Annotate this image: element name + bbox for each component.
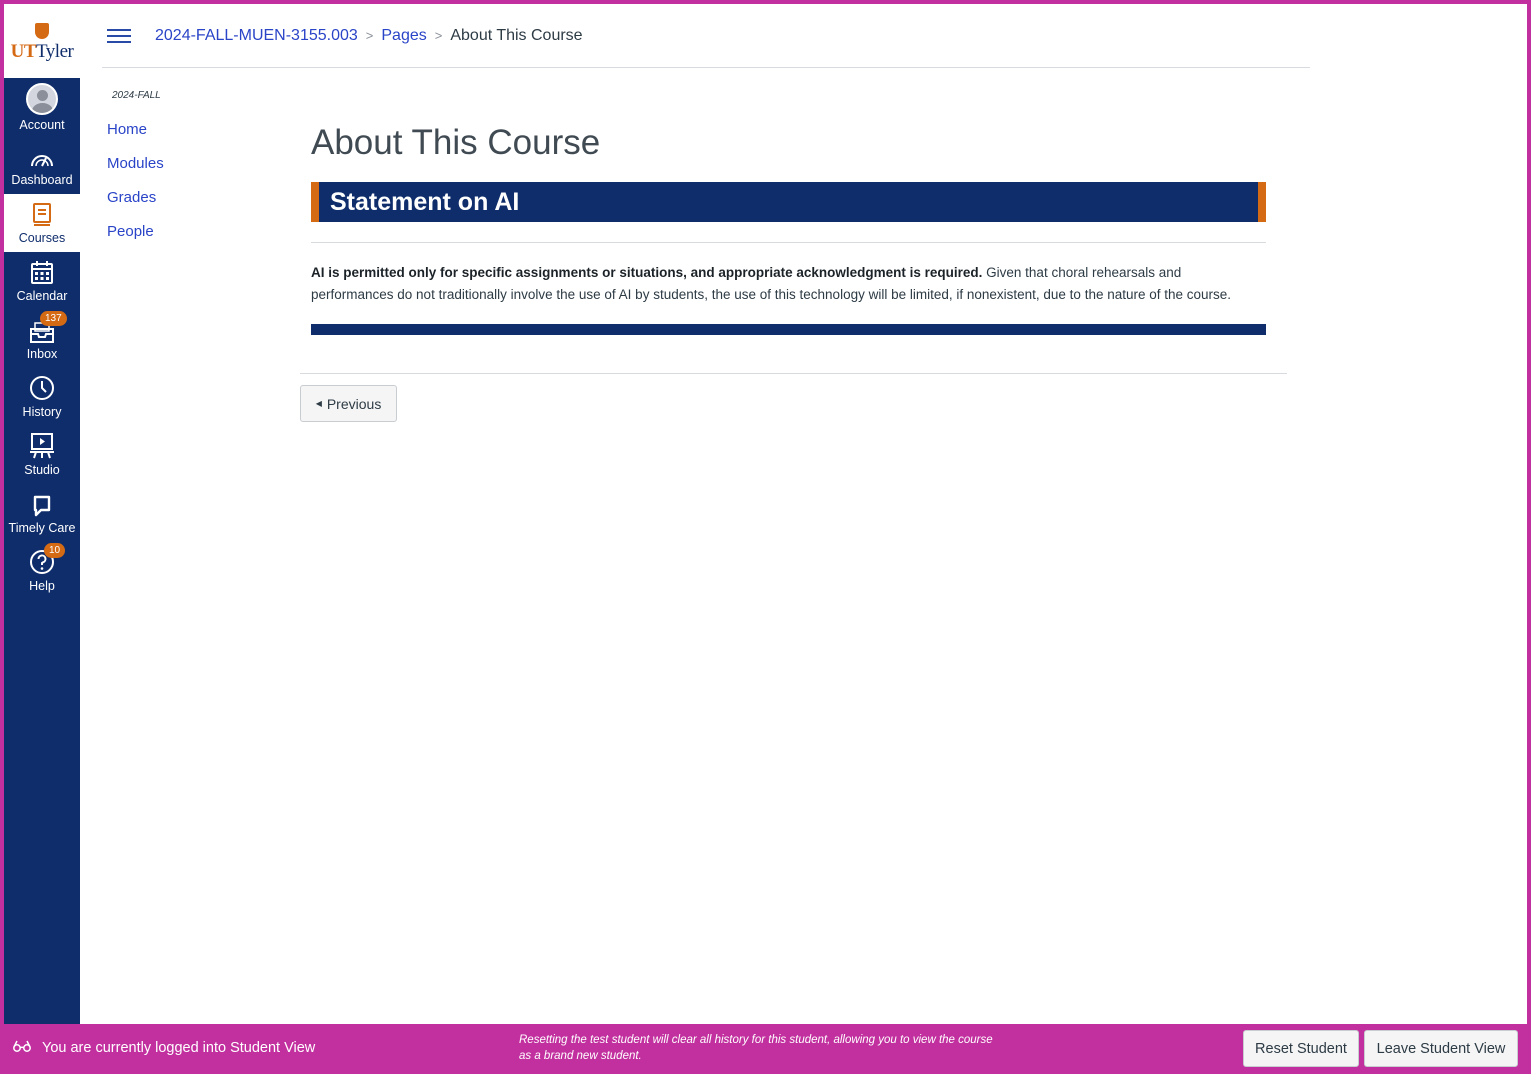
breadcrumb-pages-link[interactable]: Pages [381,27,426,45]
chat-icon [32,491,52,517]
course-nav-grades[interactable]: Grades [107,189,164,223]
nav-timely-care-label: Timely Care [8,521,76,535]
term-label: 2024-FALL [112,90,161,101]
previous-label: Previous [326,395,382,412]
content-divider [311,242,1266,243]
studio-icon [30,433,54,459]
breadcrumb-separator-icon: > [365,28,374,43]
reset-student-button[interactable]: Reset Student [1243,1030,1359,1067]
calendar-icon [31,259,53,285]
ut-tyler-logo[interactable]: UTTyler [4,4,80,78]
global-nav: UTTyler Account Dashboard Courses Calend… [4,4,80,1024]
section-bottom-bar [311,324,1266,335]
course-nav-home[interactable]: Home [107,121,164,155]
logo-prefix: UT [10,41,37,62]
page-title: About This Course [311,123,601,162]
nav-studio-label: Studio [24,463,60,477]
nav-studio[interactable]: Studio [4,426,80,484]
footer-divider [300,373,1287,374]
clock-icon [29,375,55,401]
section-heading: Statement on AI [311,182,1266,222]
nav-account[interactable]: Account [4,78,80,136]
nav-timely-care[interactable]: Timely Care [4,484,80,542]
shield-icon [35,23,49,39]
page-header: 2024-FALL-MUEN-3155.003 > Pages > About … [102,4,1310,68]
avatar-icon [26,82,58,115]
breadcrumb-separator-icon: > [434,28,443,43]
course-nav-modules[interactable]: Modules [107,155,164,189]
nav-inbox-label: Inbox [26,347,58,361]
breadcrumb: 2024-FALL-MUEN-3155.003 > Pages > About … [155,27,583,45]
nav-history[interactable]: History [4,368,80,426]
nav-inbox[interactable]: 137 Inbox [4,310,80,368]
help-badge: 10 [44,543,66,558]
nav-help-label: Help [29,579,55,593]
hamburger-menu-icon[interactable] [107,25,131,47]
breadcrumb-current: About This Course [450,26,583,44]
glasses-icon [13,1039,31,1058]
nav-history-label: History [22,405,62,419]
courses-icon [32,201,52,227]
nav-calendar-label: Calendar [16,289,68,303]
nav-help[interactable]: 10 Help [4,542,80,600]
breadcrumb-course-link[interactable]: 2024-FALL-MUEN-3155.003 [155,27,358,45]
student-view-note: Resetting the test student will clear al… [519,1034,993,1062]
course-nav: 2024-FALL Home Modules Grades People [107,90,164,257]
nav-dashboard-label: Dashboard [11,173,73,187]
leave-student-view-button[interactable]: Leave Student View [1364,1030,1518,1067]
dashboard-icon [29,143,55,169]
nav-account-label: Account [19,117,65,132]
chevron-left-icon: ◀ [315,399,322,408]
course-nav-people[interactable]: People [107,223,164,257]
student-view-status: You are currently logged into Student Vi… [42,1040,316,1056]
nav-courses[interactable]: Courses [4,194,80,252]
student-view-bar: You are currently logged into Student Vi… [0,1024,1531,1074]
previous-button[interactable]: ◀ Previous [300,385,397,422]
page-content: About This Course Statement on AI AI is … [311,120,1266,335]
nav-dashboard[interactable]: Dashboard [4,136,80,194]
statement-bold: AI is permitted only for specific assign… [311,265,983,280]
nav-calendar[interactable]: Calendar [4,252,80,310]
inbox-badge: 137 [40,311,67,326]
nav-courses-label: Courses [18,231,66,245]
logo-suffix: Tyler [36,41,74,62]
statement-text: AI is permitted only for specific assign… [311,262,1266,306]
